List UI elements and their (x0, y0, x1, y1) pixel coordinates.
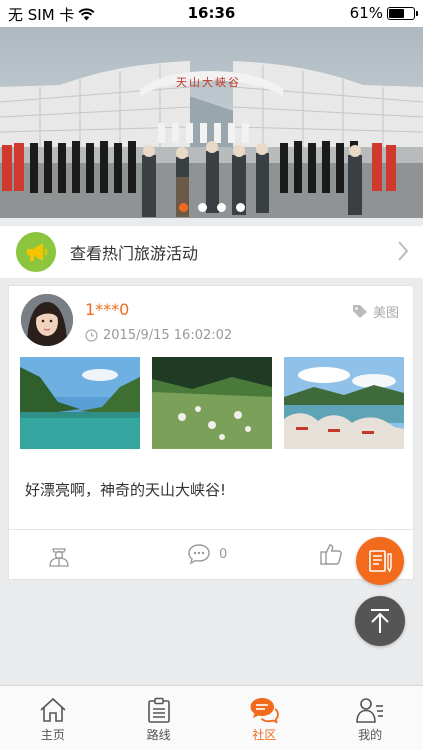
post-actions: 0 (9, 530, 413, 580)
battery-icon (387, 6, 418, 20)
back-to-top-button[interactable] (355, 596, 405, 646)
megaphone-icon (16, 232, 56, 272)
yurt-meadow-photo[interactable] (152, 357, 272, 449)
carousel-dot[interactable] (178, 203, 188, 212)
thumbs-up-icon (320, 544, 342, 565)
carousel-dot[interactable] (235, 203, 245, 212)
carousel-dots (0, 203, 423, 212)
banner-image (0, 27, 423, 218)
post-timestamp: 2015/9/15 16:02:02 (85, 328, 232, 343)
rock-lake-photo[interactable] (284, 357, 404, 449)
tab-home[interactable]: 主页 (0, 686, 106, 750)
write-post-button[interactable] (356, 537, 404, 585)
banner-sign-text: 天山大峡谷 (176, 76, 241, 89)
tour-guide-icon (49, 548, 69, 567)
edit-list-icon (369, 550, 392, 573)
tag-icon (352, 305, 367, 318)
tab-label: 路线 (146, 728, 171, 742)
comment-button[interactable]: 0 (187, 543, 227, 565)
tab-bar: 主页 路线 社区 我的 (0, 685, 423, 750)
banner-carousel[interactable]: 天山大峡谷 (0, 27, 423, 218)
battery-percent: 61% (349, 4, 383, 22)
post-tag[interactable]: 美图 (352, 302, 399, 321)
hot-activities-label: 查看热门旅游活动 (70, 244, 199, 263)
hot-activities-row[interactable]: 查看热门旅游活动 (0, 226, 423, 278)
tab-community[interactable]: 社区 (212, 686, 318, 750)
person-list-icon (356, 698, 384, 723)
tag-label: 美图 (372, 306, 399, 321)
status-bar: 无 SIM 卡 16:36 61% (0, 0, 423, 27)
chat-bubbles-icon (250, 698, 280, 723)
battery-fill (389, 8, 404, 18)
comment-icon (188, 544, 210, 565)
lake-photo[interactable] (20, 357, 140, 449)
post-photos (20, 357, 404, 449)
tab-label: 我的 (358, 728, 383, 742)
arrow-up-icon (371, 609, 389, 633)
like-button[interactable] (319, 543, 343, 569)
home-icon (40, 697, 66, 722)
clipboard-icon (147, 697, 170, 723)
comment-count: 0 (219, 546, 228, 562)
tab-label: 主页 (40, 728, 65, 742)
tab-profile[interactable]: 我的 (317, 686, 423, 750)
clock-icon (85, 329, 98, 342)
post-text: 好漂亮啊，神奇的天山大峡谷! (25, 481, 227, 499)
chevron-right-icon (398, 241, 409, 261)
status-battery-group: 61% (349, 4, 418, 22)
avatar[interactable] (21, 294, 73, 346)
carousel-dot[interactable] (197, 203, 207, 212)
tab-routes[interactable]: 路线 (106, 686, 212, 750)
post-username[interactable]: 1***0 (85, 300, 129, 319)
timestamp-text: 2015/9/15 16:02:02 (103, 328, 233, 343)
carousel-dot[interactable] (216, 203, 226, 212)
tab-label: 社区 (252, 728, 277, 742)
guide-button[interactable] (47, 543, 71, 571)
post-card[interactable]: 1***0 2015/9/15 16:02:02 美图 好漂亮啊，神奇的天山大峡… (8, 285, 414, 580)
